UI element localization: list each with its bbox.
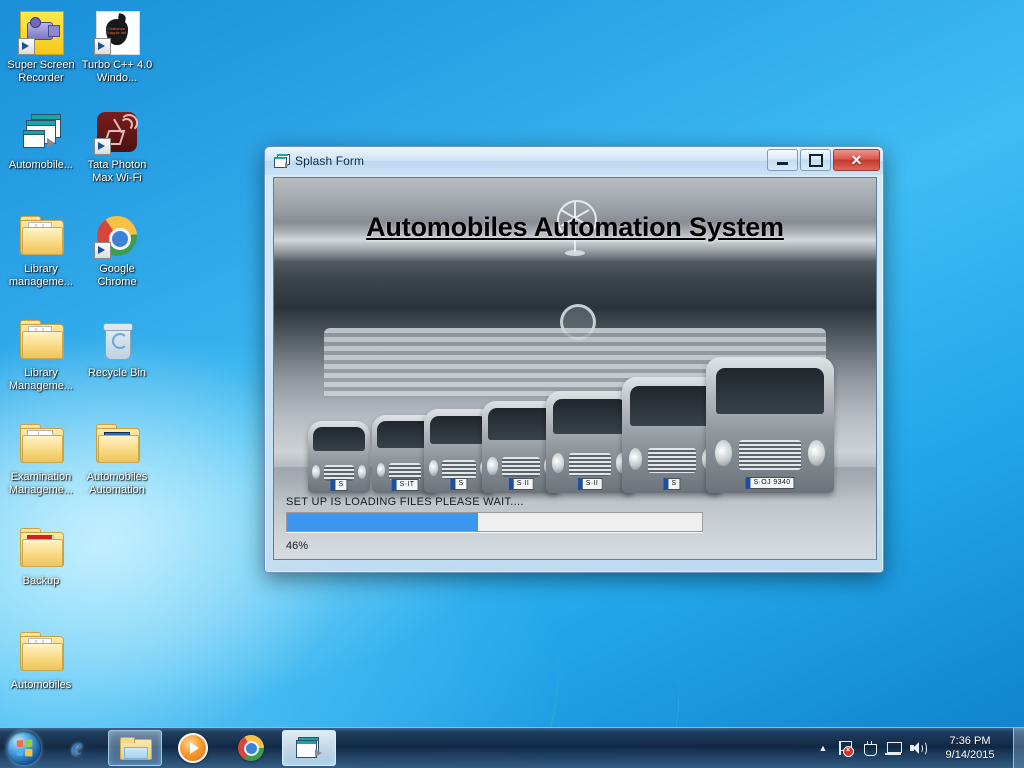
car-vintage-1: S [308, 421, 370, 493]
desktop-icon-library-manageme-2[interactable]: Library Manageme... [2, 316, 80, 392]
car-plate-front: S·OJ 9340 [745, 476, 795, 489]
car-front-e-class: S·OJ 9340 [706, 357, 834, 493]
network-icon[interactable] [882, 737, 904, 759]
splash-image-area: S S·IT S S·II S·II S S·OJ 9340 Automobil… [273, 177, 877, 560]
desktop-icon-label: Super Screen Recorder [7, 59, 75, 84]
forms-cascade-icon [296, 737, 322, 759]
minimize-icon [777, 162, 788, 165]
screen-recorder-icon [17, 8, 65, 56]
desktop-icon-turbo-cpp[interactable]: Chaitanya Crapple.net Turbo C++ 4.0 Windo… [78, 8, 156, 84]
folder-icon [17, 316, 65, 364]
desktop-icon-label: Examination Manageme... [8, 471, 74, 496]
desktop-icon-label: Google Chrome [97, 263, 137, 288]
clock[interactable]: 7:36 PM 9/14/2015 [931, 734, 1009, 762]
recycle-bin-icon [93, 316, 141, 364]
action-center-flag-icon[interactable]: × [834, 737, 856, 759]
clock-time: 7:36 PM [949, 735, 991, 747]
desktop-icon-automobiles-automation[interactable]: Automobiles Automation [78, 420, 156, 496]
taskbar-button-internet-explorer[interactable]: e [50, 730, 104, 766]
desktop-icon-library-manageme-1[interactable]: Library manageme... [2, 212, 80, 288]
close-icon: ✕ [850, 152, 863, 168]
car-plate: S·II [577, 477, 603, 490]
desktop-icon-backup[interactable]: Backup [2, 524, 80, 588]
desktop[interactable]: Super Screen Recorder Chaitanya Crapple.n… [0, 0, 1024, 768]
desktop-icon-label: Library manageme... [8, 263, 74, 288]
car-plate: S [450, 478, 468, 491]
shortcut-overlay-icon [94, 242, 111, 259]
desktop-icon-automobile-app[interactable]: Automobile... [2, 108, 80, 172]
show-desktop-button[interactable] [1013, 728, 1024, 768]
desktop-icon-label: Backup [22, 575, 60, 587]
taskbar-button-windows-media-player[interactable] [166, 730, 220, 766]
desktop-icon-label: Tata Photon Max Wi-Fi [87, 159, 147, 184]
maximize-icon [808, 153, 823, 167]
minimize-button[interactable] [767, 149, 798, 171]
desktop-icon-examination-manageme[interactable]: Examination Manageme... [2, 420, 80, 496]
desktop-icon-label: Turbo C++ 4.0 Windo... [81, 59, 153, 84]
progress-bar-fill [287, 513, 478, 531]
folder-explorer-icon [120, 736, 152, 760]
clock-date: 9/14/2015 [945, 749, 995, 761]
car-plate: S [663, 477, 681, 490]
folder-icon [93, 420, 141, 468]
shortcut-overlay-icon [18, 38, 35, 55]
desktop-icon-automobiles[interactable]: Automobiles [2, 628, 80, 692]
desktop-icon-label: Automobile... [8, 159, 74, 171]
wifi-modem-icon [93, 108, 141, 156]
progress-bar [286, 512, 703, 532]
shortcut-overlay-icon [94, 138, 111, 155]
error-badge-icon: × [842, 746, 854, 757]
folder-icon [17, 420, 65, 468]
car-lineup: S S·IT S S·II S·II S S·OJ 9340 [274, 353, 876, 493]
desktop-icon-super-screen-recorder[interactable]: Super Screen Recorder [2, 8, 80, 84]
car-plate: S·II [508, 478, 534, 491]
desktop-icon-recycle-bin[interactable]: Recycle Bin [78, 316, 156, 380]
desktop-icon-label: Automobiles Automation [86, 471, 148, 496]
shortcut-overlay-icon [94, 38, 111, 55]
progress-percent-label: 46% [286, 540, 309, 552]
status-text: SET UP IS LOADING FILES PLEASE WAIT.... [286, 496, 524, 508]
car-plate: S [330, 478, 348, 491]
start-button[interactable] [2, 730, 46, 766]
safely-remove-hardware-icon[interactable] [858, 737, 880, 759]
maximize-button[interactable] [800, 149, 831, 171]
desktop-icon-tata-photon[interactable]: Tata Photon Max Wi-Fi [78, 108, 156, 184]
media-player-icon [178, 733, 208, 763]
taskbar-button-splash-form[interactable] [282, 730, 336, 766]
system-tray: ▲ × 7:36 PM 9/14/2015 [813, 728, 1024, 768]
splash-form-window[interactable]: Splash Form ✕ S S·IT S S·II S·II S S·OJ … [264, 146, 884, 573]
chrome-icon [93, 212, 141, 260]
folder-icon [17, 212, 65, 260]
taskbar[interactable]: e ▲ × 7:36 PM 9/14/2015 [0, 727, 1024, 768]
taskbar-button-windows-explorer[interactable] [108, 730, 162, 766]
windows-forms-icon [17, 108, 65, 156]
windows-logo-icon [7, 731, 41, 765]
taskbar-button-google-chrome[interactable] [224, 730, 278, 766]
car-plate: S·IT [391, 478, 419, 491]
window-title: Splash Form [295, 154, 365, 168]
apple-logo-icon: Chaitanya Crapple.net [93, 8, 141, 56]
window-titlebar[interactable]: Splash Form ✕ [265, 147, 883, 175]
window-controls: ✕ [767, 149, 880, 171]
page-title: Automobiles Automation System [366, 212, 784, 242]
internet-explorer-icon: e [71, 734, 83, 761]
desktop-icon-label: Automobiles [10, 679, 72, 691]
car-modern-5: S·II [546, 391, 634, 493]
chrome-icon [238, 735, 264, 761]
desktop-icon-label: Library Manageme... [8, 367, 74, 392]
desktop-icon-label: Recycle Bin [87, 367, 147, 379]
show-hidden-icons-button[interactable]: ▲ [813, 743, 833, 753]
forms-cascade-icon [273, 154, 290, 168]
folder-icon [17, 628, 65, 676]
close-button[interactable]: ✕ [833, 149, 880, 171]
volume-icon[interactable] [906, 737, 928, 759]
folder-icon [17, 524, 65, 572]
desktop-icon-google-chrome[interactable]: Google Chrome [78, 212, 156, 288]
